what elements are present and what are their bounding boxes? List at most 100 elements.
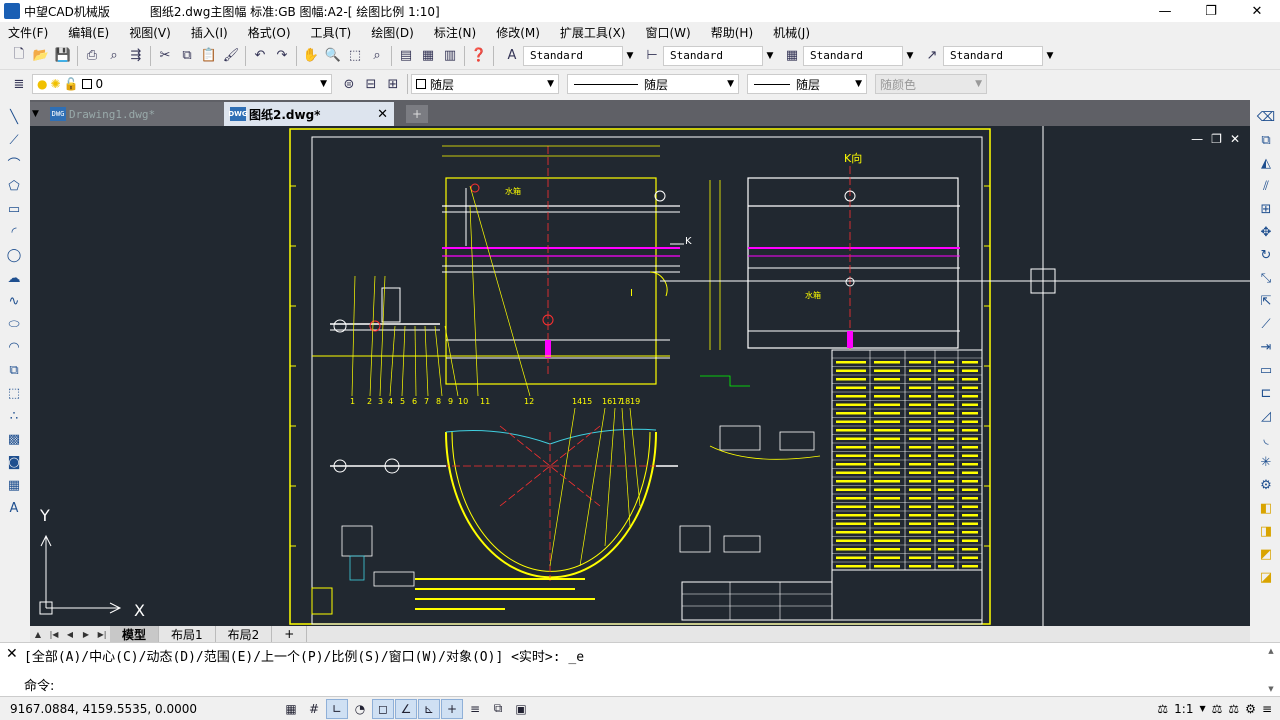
- linetype-combo[interactable]: 随层 ▼: [567, 74, 739, 94]
- join-icon[interactable]: ⊏: [1255, 382, 1277, 405]
- close-icon[interactable]: ✕: [377, 107, 388, 122]
- viewport-minimize-icon[interactable]: —: [1191, 132, 1203, 146]
- rotate-icon[interactable]: ↻: [1255, 244, 1277, 267]
- open-folder-icon[interactable]: 📂: [30, 45, 52, 67]
- multileader-style-combo[interactable]: ↗ Standard ▼: [921, 45, 1057, 67]
- spline-icon[interactable]: ∿: [3, 290, 25, 313]
- first-tab-icon[interactable]: ▲: [30, 627, 46, 641]
- lineweight-combo[interactable]: 随层 ▼: [747, 74, 867, 94]
- copy-object-icon[interactable]: ⧉: [1255, 129, 1277, 152]
- new-tab-button[interactable]: +: [406, 105, 428, 123]
- draw-order-front-icon[interactable]: ◧: [1255, 497, 1277, 520]
- auto-scale-icon[interactable]: ⚖: [1228, 702, 1239, 716]
- menu-draw[interactable]: 绘图(D): [371, 24, 414, 41]
- workspace-gear-icon[interactable]: ⚙: [1245, 702, 1256, 716]
- scale-icon[interactable]: ⤡: [1255, 267, 1277, 290]
- close-button[interactable]: ✕: [1234, 0, 1280, 22]
- tab-list-arrow[interactable]: ▼: [30, 102, 44, 126]
- print-icon[interactable]: ⎙: [81, 45, 103, 67]
- point-icon[interactable]: ∴: [3, 405, 25, 428]
- annotation-scale-value[interactable]: 1:1: [1174, 702, 1193, 716]
- match-properties-icon[interactable]: 🖌: [220, 45, 242, 67]
- bring-above-icon[interactable]: ◩: [1255, 543, 1277, 566]
- polygon-icon[interactable]: ⬠: [3, 175, 25, 198]
- menu-file[interactable]: 文件(F): [8, 24, 48, 41]
- explode-icon[interactable]: ✳: [1255, 451, 1277, 474]
- polar-tracking-icon[interactable]: ◔: [349, 699, 371, 719]
- mirror-icon[interactable]: ◭: [1255, 152, 1277, 175]
- dynamic-input-icon[interactable]: +: [441, 698, 463, 719]
- drawing-canvas[interactable]: 水箱 I K 1 2 3 4 5 6 7 8 9 10 11 12 K向 水箱 …: [30, 126, 1250, 626]
- first-layout-icon[interactable]: |◀: [46, 627, 62, 641]
- dynamic-ucs-icon[interactable]: ⊾: [418, 698, 440, 719]
- menu-window[interactable]: 窗口(W): [646, 24, 691, 41]
- ellipse-arc-icon[interactable]: ◠: [3, 336, 25, 359]
- minimize-button[interactable]: —: [1142, 0, 1188, 22]
- print-preview-icon[interactable]: ⌕: [103, 45, 125, 67]
- make-object-layer-current-icon[interactable]: ⊜: [338, 73, 360, 95]
- last-layout-icon[interactable]: ▶|: [94, 627, 110, 641]
- help-icon[interactable]: ❓: [468, 45, 490, 67]
- rectangle-icon[interactable]: ▭: [3, 198, 25, 221]
- viewport-restore-icon[interactable]: ❐: [1211, 132, 1222, 146]
- polyline-icon[interactable]: ⌒: [3, 152, 25, 175]
- publish-icon[interactable]: ⇶: [125, 45, 147, 67]
- snap-mode-icon[interactable]: ▦: [280, 699, 302, 719]
- arc-icon[interactable]: ◜: [3, 221, 25, 244]
- menu-mechanical[interactable]: 机械(J): [773, 24, 810, 41]
- layer-states-icon[interactable]: ⊞: [382, 73, 404, 95]
- annotation-visibility-icon[interactable]: ⚖: [1212, 702, 1223, 716]
- lineweight-display-icon[interactable]: ≡: [464, 699, 486, 719]
- color-combo[interactable]: 随层 ▼: [411, 74, 559, 94]
- hatch-icon[interactable]: ▩: [3, 428, 25, 451]
- table-style-combo[interactable]: ▦ Standard ▼: [781, 45, 917, 67]
- redo-icon[interactable]: ↷: [271, 45, 293, 67]
- save-icon[interactable]: 💾: [52, 45, 74, 67]
- menu-extension-tools[interactable]: 扩展工具(X): [560, 24, 626, 41]
- layer-previous-icon[interactable]: ⊟: [360, 73, 382, 95]
- transparency-icon[interactable]: ⧉: [487, 699, 509, 719]
- restore-button[interactable]: ❐: [1188, 0, 1234, 22]
- object-snap-icon[interactable]: ◻: [372, 698, 394, 719]
- close-icon[interactable]: ✕: [6, 646, 18, 662]
- menu-format[interactable]: 格式(O): [248, 24, 291, 41]
- properties-panel-icon[interactable]: ⚙: [1255, 474, 1277, 497]
- tool-palettes-icon[interactable]: ▥: [439, 45, 461, 67]
- layer-manager-icon[interactable]: ≣: [8, 73, 30, 95]
- ortho-mode-icon[interactable]: ∟: [326, 698, 348, 719]
- new-file-icon[interactable]: 🗋: [8, 45, 30, 67]
- tab-layout2[interactable]: 布局2: [216, 626, 273, 642]
- trim-icon[interactable]: ⟋: [1255, 313, 1277, 336]
- undo-icon[interactable]: ↶: [249, 45, 271, 67]
- zoom-previous-icon[interactable]: ⌕: [366, 45, 388, 67]
- move-icon[interactable]: ✥: [1255, 221, 1277, 244]
- copy-icon[interactable]: ⧉: [176, 45, 198, 67]
- dim-style-combo[interactable]: ⊢ Standard ▼: [641, 45, 777, 67]
- offset-icon[interactable]: ⫽: [1255, 175, 1277, 198]
- chamfer-icon[interactable]: ◿: [1255, 405, 1277, 428]
- menu-dimension[interactable]: 标注(N): [434, 24, 476, 41]
- properties-icon[interactable]: ▤: [395, 45, 417, 67]
- menu-help[interactable]: 帮助(H): [711, 24, 753, 41]
- text-style-combo[interactable]: A Standard ▼: [501, 45, 637, 67]
- selection-cycling-icon[interactable]: ▣: [510, 699, 532, 719]
- layer-combo[interactable]: ● ✺ 🔓 0 ▼: [32, 74, 332, 94]
- revision-cloud-icon[interactable]: ☁: [3, 267, 25, 290]
- region-icon[interactable]: ◙: [3, 451, 25, 474]
- zoom-window-icon[interactable]: ⬚: [344, 45, 366, 67]
- draw-order-back-icon[interactable]: ◨: [1255, 520, 1277, 543]
- tab-layout1[interactable]: 布局1: [159, 626, 216, 642]
- scroll-down-icon[interactable]: ▼: [1268, 685, 1273, 693]
- extend-icon[interactable]: ⇥: [1255, 336, 1277, 359]
- add-layout-button[interactable]: +: [272, 626, 308, 642]
- prev-layout-icon[interactable]: ◀: [62, 627, 78, 641]
- command-scrollbar[interactable]: ▲ ▼: [1266, 647, 1276, 693]
- erase-icon[interactable]: ⌫: [1255, 106, 1277, 129]
- mtext-icon[interactable]: A: [3, 497, 25, 520]
- make-block-icon[interactable]: ⬚: [3, 382, 25, 405]
- command-prompt[interactable]: 命令:: [24, 675, 54, 694]
- menu-view[interactable]: 视图(V): [129, 24, 171, 41]
- tab-model[interactable]: 模型: [110, 626, 160, 642]
- plotstyle-combo[interactable]: 随颜色 ▼: [875, 74, 987, 94]
- stretch-icon[interactable]: ⇱: [1255, 290, 1277, 313]
